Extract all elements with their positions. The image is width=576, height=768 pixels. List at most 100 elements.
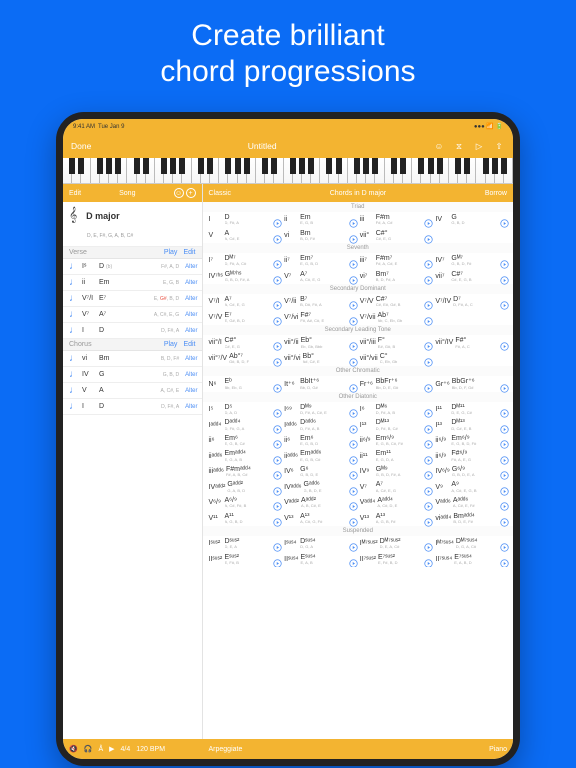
alter-button[interactable]: Alter <box>185 328 197 334</box>
play-chord-icon[interactable] <box>424 555 433 564</box>
chord-cell[interactable]: vii°/IC#°C#, E, G <box>207 335 283 351</box>
play-chord-icon[interactable] <box>500 215 509 224</box>
play-chord-icon[interactable] <box>424 215 433 224</box>
chord-cell[interactable]: Gr⁺⁶BbGr⁺⁶Bb, D, F, G# <box>433 376 509 392</box>
play-chord-icon[interactable] <box>424 405 433 414</box>
play-button[interactable]: ▶ <box>109 745 114 753</box>
chord-cell[interactable]: Iᴹ⁷ˢᵘˢ⁴Dᴹ⁷ˢᵘˢ⁴D, G, A, C# <box>433 536 509 552</box>
alter-button[interactable]: Alter <box>185 296 197 302</box>
play-chord-icon[interactable] <box>349 498 358 507</box>
chord-cell[interactable]: vii°/iiEb°Eb, Gb, Bbb <box>282 335 358 351</box>
play-chord-icon[interactable] <box>424 256 433 265</box>
play-chord-icon[interactable] <box>500 256 509 265</box>
play-chord-icon[interactable] <box>349 272 358 281</box>
chord-cell[interactable]: VAA, C#, E <box>207 228 283 244</box>
play-chord-icon[interactable] <box>349 313 358 322</box>
chord-cell[interactable]: IDD, F#, A <box>207 212 283 228</box>
play-chord-icon[interactable] <box>500 539 509 548</box>
chord-cell[interactable]: V⁷/VC#⁷C#, E#, G#, B <box>358 294 434 310</box>
chord-cell[interactable]: IIˢᵘˢ⁴Eˢᵘˢ⁴E, A, B <box>282 552 358 568</box>
chord-cell[interactable]: V⁷A⁷A, C#, E, G <box>282 269 358 285</box>
play-chord-icon[interactable] <box>424 272 433 281</box>
chord-cell[interactable]: V¹³A¹³A, G, B, F# <box>358 511 434 527</box>
instrument-button[interactable]: Piano <box>489 746 507 753</box>
play-chord-icon[interactable] <box>424 498 433 507</box>
chord-cell[interactable]: viᵃᵈᵈ⁴Bmᵃᵈᵈ⁴B, D, E, F# <box>433 511 509 527</box>
play-link[interactable]: Play <box>164 249 178 256</box>
chord-cell[interactable]: Fr⁺⁶BbFr⁺⁶Bb, D, E, G# <box>358 376 434 392</box>
play-chord-icon[interactable] <box>273 555 282 564</box>
chord-cell[interactable]: IVᵃᵈᵈ⁶Gᵃᵈᵈ⁶G, B, D, E <box>282 479 358 495</box>
play-chord-icon[interactable] <box>273 467 282 476</box>
smile-icon[interactable]: ☺ <box>174 188 184 198</box>
play-chord-icon[interactable] <box>500 483 509 492</box>
prog-row[interactable]: ♩V⁷/IE⁷ E, G#, B, DAlter <box>63 291 202 307</box>
play-chord-icon[interactable] <box>349 421 358 430</box>
chord-cell[interactable]: I¹¹Dᴹ¹¹D, E, G, C# <box>433 402 509 418</box>
play-chord-icon[interactable] <box>273 539 282 548</box>
chord-cell[interactable]: IV⁶G⁶G, B, D, E <box>282 464 358 480</box>
done-button[interactable]: Done <box>71 141 91 151</box>
alter-button[interactable]: Alter <box>185 372 197 378</box>
play-chord-icon[interactable] <box>500 297 509 306</box>
bpm[interactable]: 120 BPM <box>136 746 165 753</box>
play-chord-icon[interactable] <box>424 354 433 363</box>
clock-icon[interactable]: ⧖ <box>453 140 465 152</box>
chord-cell[interactable]: vii°/IVF#°F#, A, C <box>433 335 509 351</box>
chord-cell[interactable]: ii⁶/⁹Em⁶/⁹E, G, B, D, F# <box>433 433 509 449</box>
play-chord-icon[interactable] <box>273 231 282 240</box>
borrow-button[interactable]: Borrow <box>485 190 507 197</box>
play-chord-icon[interactable] <box>424 313 433 322</box>
play-chord-icon[interactable] <box>500 272 509 281</box>
play-chord-icon[interactable] <box>273 215 282 224</box>
play-chord-icon[interactable] <box>273 338 282 347</box>
edit-link[interactable]: Edit <box>183 341 195 348</box>
play-chord-icon[interactable] <box>424 514 433 523</box>
chord-cell[interactable]: Iˢᵘˢ⁴Dˢᵘˢ⁴D, G, A <box>282 536 358 552</box>
play-chord-icon[interactable] <box>349 514 358 523</box>
play-chord-icon[interactable] <box>273 354 282 363</box>
play-chord-icon[interactable] <box>349 555 358 564</box>
chord-cell[interactable]: I⁵D⁵D, A, D <box>207 402 283 418</box>
smile-icon[interactable]: ☺ <box>433 140 445 152</box>
play-chord-icon[interactable] <box>273 421 282 430</box>
play-chord-icon[interactable] <box>424 338 433 347</box>
chord-cell[interactable] <box>433 310 509 326</box>
chord-cell[interactable]: V⁷/viF#⁷F#, A#, C#, E <box>282 310 358 326</box>
chord-cell[interactable]: iiᵃᵈᵈ⁶Emᵃᵈᵈ⁴E, G, A, B <box>207 448 283 464</box>
chord-cell[interactable]: V¹¹A¹¹A, G, B, D <box>207 511 283 527</box>
chord-cell[interactable]: Iᴹ⁷ˢᵘˢ²Dᴹ⁷ˢᵘˢ²D, E, A, C# <box>358 536 434 552</box>
play-chord-icon[interactable] <box>349 338 358 347</box>
play-chord-icon[interactable] <box>273 297 282 306</box>
chord-cell[interactable]: V⁷/iiB⁷B, D#, F#, A <box>282 294 358 310</box>
chord-cell[interactable]: Vᵃᵈᵈ²Aᵃᵈᵈ²A, B, C#, E <box>282 495 358 511</box>
chord-cell[interactable]: vii⁷C#⁷C#, E, G, B <box>433 269 509 285</box>
play-chord-icon[interactable] <box>273 405 282 414</box>
play-chord-icon[interactable] <box>500 380 509 389</box>
play-chord-icon[interactable] <box>424 380 433 389</box>
chord-cell[interactable] <box>433 351 509 367</box>
play-chord-icon[interactable] <box>500 436 509 445</box>
prog-row[interactable]: ♩viBm B, D, F#Alter <box>63 351 202 367</box>
play-chord-icon[interactable] <box>500 467 509 476</box>
share-icon[interactable]: ⇧ <box>493 140 505 152</box>
play-chord-icon[interactable] <box>424 452 433 461</box>
chord-cell[interactable]: viBmB, D, F# <box>282 228 358 244</box>
mute-icon[interactable]: 🔇 <box>69 745 78 753</box>
prog-row[interactable]: ♩IˢD (b)F#, A, DAlter <box>63 259 202 275</box>
tab-classic[interactable]: Classic <box>209 190 232 197</box>
arpeggiate-button[interactable]: Arpeggiate <box>209 746 243 753</box>
chord-cell[interactable]: iiEmE, G, B <box>282 212 358 228</box>
chord-cell[interactable]: V⁷/IA⁷A, C#, E, G <box>207 294 283 310</box>
play-icon[interactable]: ▷ <box>473 140 485 152</box>
chord-cell[interactable]: It⁺⁶BbIt⁺⁶Bb, D, G# <box>282 376 358 392</box>
chord-cell[interactable]: I¹³Dᴹ¹³D, C#, E, B <box>433 417 509 433</box>
play-chord-icon[interactable] <box>349 452 358 461</box>
chord-cell[interactable]: iiᵃᵈᵈ⁶Emᵃᵈᵈ⁶E, G, B, C# <box>282 448 358 464</box>
chord-cell[interactable]: iiiᵃᵈᵈ⁶F#mᵃᵈᵈ⁴F#, A, B, C# <box>207 464 283 480</box>
chord-cell[interactable]: Vᵃᵈᵈ⁶Aᵃᵈᵈ⁶A, C#, E, F# <box>433 495 509 511</box>
play-chord-icon[interactable] <box>500 555 509 564</box>
alter-button[interactable]: Alter <box>185 404 197 410</box>
chord-cell[interactable]: ii⁶/⁹Em⁶/⁹E, G, B, C#, F# <box>358 433 434 449</box>
play-chord-icon[interactable] <box>349 436 358 445</box>
